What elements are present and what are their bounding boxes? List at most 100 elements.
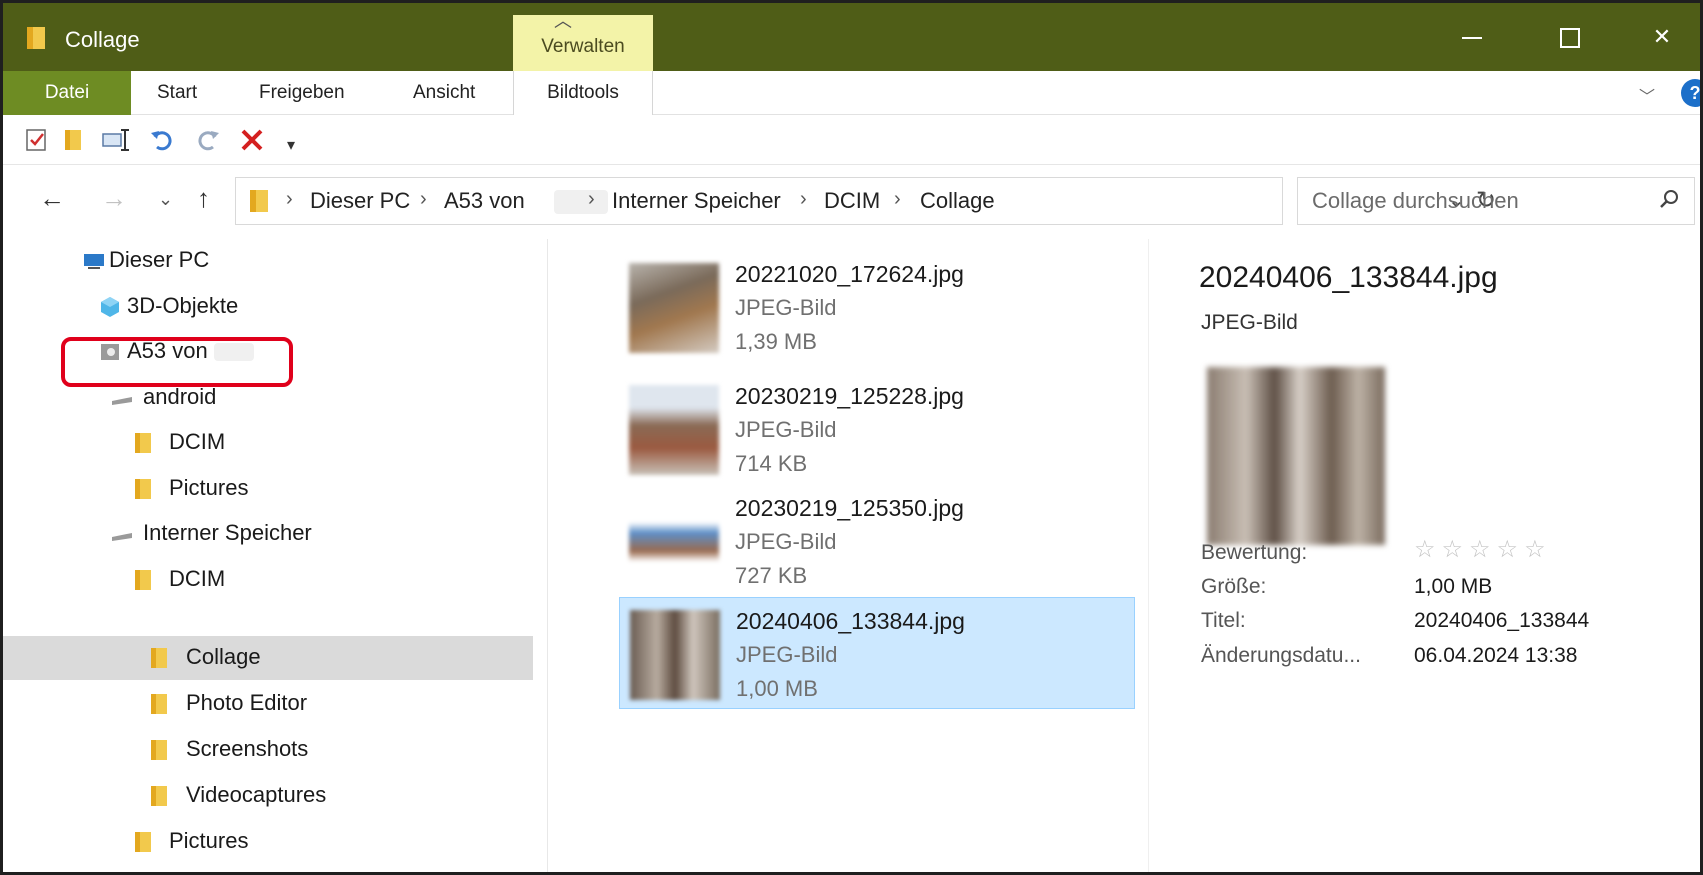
tree-label: android	[143, 384, 217, 409]
breadcrumb-collage[interactable]: Collage	[920, 188, 995, 214]
undo-icon[interactable]	[149, 127, 175, 153]
drive-icon	[112, 397, 132, 405]
rename-icon[interactable]	[101, 127, 131, 153]
tree-item-pictures[interactable]: Pictures	[3, 467, 533, 511]
tree-item-3d-objekte[interactable]: 3D-Objekte	[3, 285, 533, 329]
3d-objects-icon	[101, 297, 119, 317]
file-type: JPEG-Bild	[735, 417, 837, 442]
folder-icon	[151, 740, 167, 760]
label-modified: Änderungsdatu...	[1201, 644, 1361, 667]
file-item[interactable]: 20230219_125228.jpg JPEG-Bild 714 KB	[619, 373, 1135, 485]
file-size: 714 KB	[735, 451, 808, 476]
explorer-window: Collage Verwalten ✕ Datei Start Freigebe…	[0, 0, 1703, 875]
details-file-type: JPEG-Bild	[1201, 311, 1298, 334]
pc-icon	[84, 254, 104, 269]
annotation-highlight	[61, 337, 293, 387]
close-icon: ✕	[1652, 24, 1672, 49]
search-placeholder: Collage durchsuchen	[1312, 188, 1519, 213]
up-button[interactable]: ↑	[197, 183, 210, 214]
file-size: 1,39 MB	[735, 329, 817, 354]
tree-item-dcim[interactable]: DCIM	[3, 421, 533, 465]
scroll-up-icon[interactable]: ︿	[554, 7, 572, 33]
customize-toolbar-icon[interactable]: ▾	[287, 133, 295, 159]
file-thumbnail	[629, 497, 719, 587]
redo-icon[interactable]	[195, 127, 221, 153]
tree-label: Interner Speicher	[143, 520, 312, 545]
value-size: 1,00 MB	[1414, 575, 1493, 598]
tree-label: Photo Editor	[186, 690, 308, 715]
breadcrumb-dieser-pc[interactable]: Dieser PC	[310, 188, 410, 214]
folder-icon	[135, 433, 151, 453]
maximize-button[interactable]	[1529, 3, 1611, 71]
breadcrumb-separator[interactable]: ›	[588, 188, 595, 211]
tree-item-dieser-pc[interactable]: Dieser PC	[3, 239, 533, 283]
breadcrumb-device[interactable]: A53 von	[444, 188, 525, 214]
breadcrumb-internal-storage[interactable]: Interner Speicher	[612, 188, 781, 214]
tab-start[interactable]: Start	[157, 71, 197, 115]
label-size: Größe:	[1201, 575, 1267, 598]
back-button[interactable]: ←	[39, 183, 65, 214]
nav-scrollbar[interactable]: ︿	[546, 3, 582, 642]
folder-icon	[151, 786, 167, 806]
search-input[interactable]: Collage durchsuchen	[1297, 177, 1695, 225]
breadcrumb-separator[interactable]: ›	[420, 188, 427, 211]
tree-item-videocaptures[interactable]: Videocaptures	[3, 774, 533, 818]
properties-icon[interactable]	[25, 127, 49, 153]
tab-freigeben[interactable]: Freigeben	[259, 71, 345, 115]
maximize-icon	[1560, 28, 1580, 49]
file-thumbnail	[630, 610, 720, 700]
title-bar: Collage Verwalten ✕	[3, 3, 1700, 71]
navigation-pane: Dieser PC 3D-Objekte A53 von android DCI…	[3, 239, 548, 872]
address-bar[interactable]: › Dieser PC › A53 von › Interner Speiche…	[235, 177, 1496, 225]
minimize-button[interactable]	[1431, 3, 1513, 71]
recent-locations-icon[interactable]: ⌄	[158, 189, 173, 210]
help-icon[interactable]: ?	[1681, 79, 1700, 107]
file-thumbnail	[629, 385, 719, 475]
breadcrumb-separator[interactable]: ›	[286, 188, 293, 211]
rating-stars[interactable]: ☆☆☆☆☆	[1414, 535, 1552, 564]
folder-icon	[151, 648, 167, 668]
tree-item-interner-speicher[interactable]: Interner Speicher	[3, 512, 533, 556]
file-type: JPEG-Bild	[735, 529, 837, 554]
breadcrumb-separator[interactable]: ›	[800, 188, 807, 211]
tree-item-collage[interactable]: Collage	[3, 636, 533, 680]
tree-label: DCIM	[169, 566, 226, 591]
forward-button[interactable]: →	[101, 183, 127, 214]
tree-item-screenshots[interactable]: Screenshots	[3, 728, 533, 772]
file-list: 20221020_172624.jpg JPEG-Bild 1,39 MB 20…	[583, 239, 1143, 872]
delete-icon[interactable]	[239, 127, 265, 153]
tab-ansicht[interactable]: Ansicht	[413, 71, 475, 115]
file-item[interactable]: 20230219_125350.jpg JPEG-Bild 727 KB	[619, 485, 1135, 597]
folder-icon	[27, 27, 45, 49]
close-button[interactable]: ✕	[1621, 3, 1700, 71]
folder-icon	[135, 570, 151, 590]
file-item-selected[interactable]: 20240406_133844.jpg JPEG-Bild 1,00 MB	[619, 597, 1135, 709]
ribbon-tabs: Datei Start Freigeben Ansicht Bildtools …	[3, 71, 1700, 115]
tree-item-pictures[interactable]: Pictures	[3, 820, 533, 864]
file-type: JPEG-Bild	[736, 642, 838, 667]
file-thumbnail	[629, 263, 719, 353]
tree-item-dcim[interactable]: DCIM	[3, 558, 533, 602]
tree-label: Collage	[186, 644, 261, 669]
breadcrumb-dcim[interactable]: DCIM	[824, 188, 880, 214]
details-file-name: 20240406_133844.jpg	[1199, 261, 1498, 294]
tree-item-photo-editor[interactable]: Photo Editor	[3, 682, 533, 726]
folder-icon	[135, 479, 151, 499]
breadcrumb-separator[interactable]: ›	[894, 188, 901, 211]
tree-label: 3D-Objekte	[127, 293, 239, 318]
value-title[interactable]: 20240406_133844	[1414, 609, 1589, 633]
new-folder-icon[interactable]	[63, 127, 83, 153]
tab-bildtools[interactable]: Bildtools	[513, 71, 653, 115]
search-icon[interactable]	[1658, 188, 1680, 210]
tab-datei[interactable]: Datei	[3, 71, 131, 115]
folder-icon	[135, 832, 151, 852]
file-name: 20230219_125228.jpg	[735, 383, 964, 409]
folder-icon	[151, 694, 167, 714]
file-size: 1,00 MB	[736, 676, 818, 701]
details-preview-image	[1207, 367, 1385, 545]
file-item[interactable]: 20221020_172624.jpg JPEG-Bild 1,39 MB	[619, 251, 1135, 363]
tree-label: DCIM	[169, 429, 226, 454]
tab-verwalten[interactable]: Verwalten	[513, 15, 653, 71]
expand-ribbon-icon[interactable]: ﹀	[1639, 83, 1655, 107]
folder-icon	[250, 190, 268, 212]
